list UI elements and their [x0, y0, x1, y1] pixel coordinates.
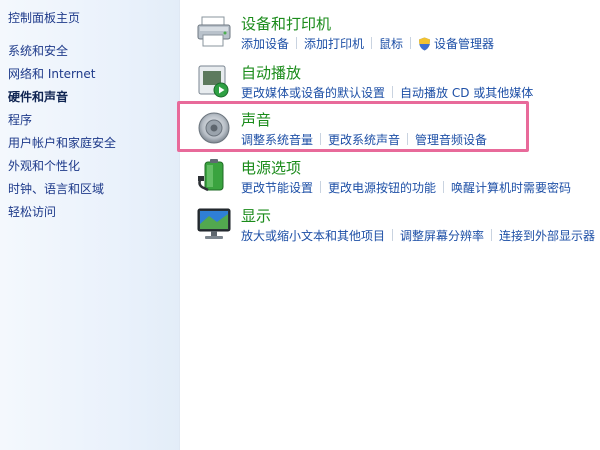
autoplay-icon[interactable]	[196, 63, 232, 99]
sidebar-item-network[interactable]: 网络和 Internet	[8, 65, 95, 82]
devices-printers-links: 添加设备 添加打印机 鼠标 设备管理器	[241, 35, 494, 54]
device-manager-link[interactable]: 设备管理器	[434, 37, 494, 51]
resize-text-link[interactable]: 放大或缩小文本和其他项目	[241, 229, 385, 243]
link-separator	[410, 37, 412, 49]
link-separator	[443, 181, 445, 193]
connect-external-display-link[interactable]: 连接到外部显示器	[499, 229, 595, 243]
sidebar-home-link[interactable]: 控制面板主页	[8, 9, 80, 26]
sidebar-item-programs[interactable]: 程序	[8, 111, 32, 128]
link-separator	[371, 37, 373, 49]
change-power-saving-link[interactable]: 更改节能设置	[241, 181, 313, 195]
sidebar-item-appearance[interactable]: 外观和个性化	[8, 157, 80, 174]
change-power-button-link[interactable]: 更改电源按钮的功能	[328, 181, 436, 195]
monitor-icon[interactable]	[196, 206, 232, 242]
sidebar-item-ease-of-access[interactable]: 轻松访问	[8, 203, 56, 220]
link-separator	[392, 86, 394, 98]
link-separator	[320, 181, 322, 193]
battery-icon[interactable]	[196, 158, 232, 194]
display-title[interactable]: 显示	[241, 205, 271, 226]
printer-icon[interactable]	[196, 14, 232, 50]
sidebar: 控制面板主页 系统和安全 网络和 Internet 硬件和声音 程序 用户帐户和…	[0, 0, 180, 450]
adjust-resolution-link[interactable]: 调整屏幕分辨率	[400, 229, 484, 243]
sound-highlight-frame	[177, 101, 529, 152]
devices-printers-title[interactable]: 设备和打印机	[241, 13, 331, 34]
add-printer-link[interactable]: 添加打印机	[304, 37, 364, 51]
autoplay-links: 更改媒体或设备的默认设置 自动播放 CD 或其他媒体	[241, 84, 533, 101]
sidebar-item-user-accounts[interactable]: 用户帐户和家庭安全	[8, 134, 116, 151]
uac-shield-icon	[418, 37, 431, 54]
sidebar-item-hardware-sound[interactable]: 硬件和声音	[8, 88, 68, 105]
power-options-title[interactable]: 电源选项	[241, 157, 301, 178]
sidebar-item-security[interactable]: 系统和安全	[8, 42, 68, 59]
add-device-link[interactable]: 添加设备	[241, 37, 289, 51]
mouse-link[interactable]: 鼠标	[379, 37, 403, 51]
change-media-defaults-link[interactable]: 更改媒体或设备的默认设置	[241, 86, 385, 100]
link-separator	[392, 229, 394, 241]
sidebar-item-clock-region[interactable]: 时钟、语言和区域	[8, 180, 104, 197]
link-separator	[491, 229, 493, 241]
autoplay-title[interactable]: 自动播放	[241, 62, 301, 83]
display-links: 放大或缩小文本和其他项目 调整屏幕分辨率 连接到外部显示器	[241, 227, 595, 244]
link-separator	[296, 37, 298, 49]
require-password-on-wake-link[interactable]: 唤醒计算机时需要密码	[451, 181, 571, 195]
power-options-links: 更改节能设置 更改电源按钮的功能 唤醒计算机时需要密码	[241, 179, 571, 196]
autoplay-cd-link[interactable]: 自动播放 CD 或其他媒体	[400, 86, 533, 100]
